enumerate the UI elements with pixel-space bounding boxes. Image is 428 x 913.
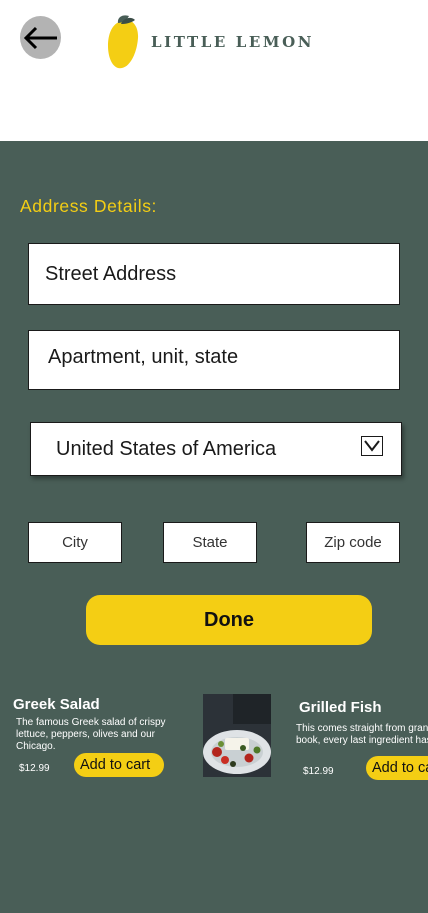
menu-item-title: Greek Salad: [13, 696, 100, 713]
address-details-title: Address Details:: [20, 196, 158, 216]
lemon-icon: [108, 15, 139, 69]
add-to-cart-button[interactable]: Add to cart: [366, 756, 428, 780]
address-form-screen: Address Details: Street Address Apartmen…: [0, 141, 428, 913]
street-address-placeholder: Street Address: [45, 262, 177, 285]
done-button[interactable]: Done: [86, 595, 372, 645]
chevron-down-icon[interactable]: [361, 436, 383, 456]
street-address-field[interactable]: Street Address: [28, 243, 400, 305]
greek-salad-image: [203, 694, 271, 777]
state-placeholder: State: [192, 534, 228, 551]
country-value: United States of America: [56, 437, 277, 460]
back-button[interactable]: [20, 16, 61, 59]
menu-item-title: Grilled Fish: [299, 699, 382, 716]
add-to-cart-button[interactable]: Add to cart: [74, 753, 164, 777]
brand-name: LITTLE LEMON: [151, 33, 315, 51]
little-lemon-logo: LITTLE LEMON: [105, 14, 314, 70]
zip-code-field[interactable]: Zip code: [306, 522, 400, 563]
city-field[interactable]: City: [28, 522, 122, 563]
apartment-placeholder: Apartment, unit, state: [48, 345, 239, 368]
apartment-field[interactable]: Apartment, unit, state: [28, 330, 400, 390]
menu-item-description: The famous Greek salad of crispy lettuce…: [16, 717, 166, 752]
app-header: LITTLE LEMON: [0, 0, 428, 141]
menu-item-price: $12.99: [303, 766, 334, 777]
zip-code-placeholder: Zip code: [324, 534, 382, 551]
arrow-left-icon: [23, 26, 57, 49]
state-field[interactable]: State: [163, 522, 257, 563]
menu-item-price: $12.99: [19, 763, 50, 774]
menu-item-description: This comes straight from grandma's recip…: [296, 723, 428, 746]
country-select[interactable]: United States of America: [30, 422, 402, 476]
city-placeholder: City: [62, 534, 88, 551]
